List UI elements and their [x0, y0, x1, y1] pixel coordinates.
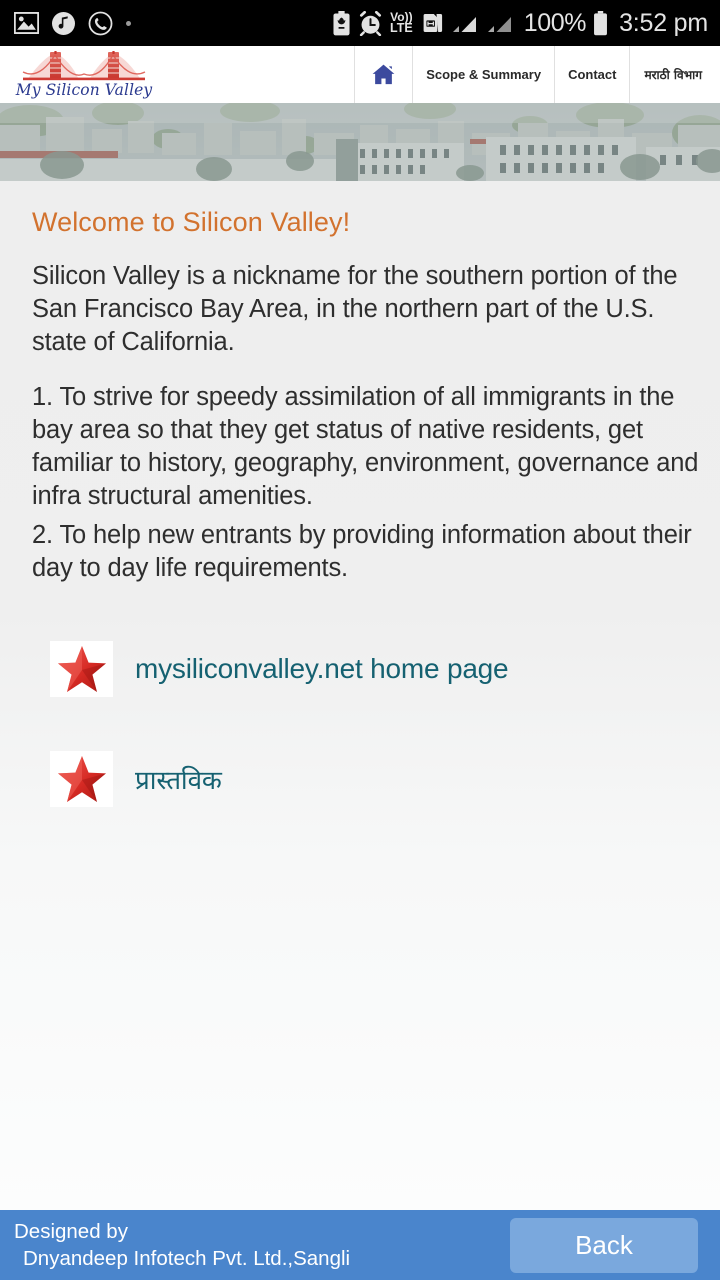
- app-root: Vo)) LTE 100% 3:52 pm My Silicon Valley …: [0, 0, 720, 1280]
- page-title: Welcome to Silicon Valley!: [32, 207, 351, 237]
- red-star-icon: [50, 641, 113, 697]
- list-item[interactable]: mysiliconvalley.net home page: [50, 641, 710, 697]
- nav-home[interactable]: [354, 46, 412, 103]
- nav-scope-summary[interactable]: Scope & Summary: [412, 46, 554, 103]
- credit-line-2: Dnyandeep Infotech Pvt. Ltd.,Sangli: [23, 1247, 351, 1270]
- alarm-icon: [358, 10, 383, 36]
- objective-1-paragraph: 1. To strive for speedy assimilation of …: [32, 383, 699, 510]
- list-item-label[interactable]: प्रास्तविक: [135, 761, 222, 797]
- photo-icon: [14, 12, 39, 34]
- signal-sim2-icon: [486, 11, 514, 35]
- sd-card-icon: [420, 11, 444, 35]
- battery-icon: [593, 10, 608, 36]
- nav-marathi-vibhag[interactable]: मराठी विभाग: [629, 46, 716, 103]
- list-item[interactable]: प्रास्तविक: [50, 751, 710, 807]
- site-logo[interactable]: My Silicon Valley: [15, 50, 153, 99]
- music-note-icon: [52, 11, 75, 35]
- credit-line-1: Designed by: [14, 1220, 128, 1243]
- hero-cityscape-image: [0, 103, 720, 181]
- missed-call-icon: [88, 11, 113, 36]
- golden-gate-bridge-logo: [22, 51, 146, 81]
- cityscape-illustration: [0, 103, 720, 181]
- page-content: Welcome to Silicon Valley! Silicon Valle…: [0, 181, 720, 1210]
- site-header: My Silicon Valley Scope & Summary Contac…: [0, 46, 720, 103]
- clock-label: 3:52 pm: [619, 8, 708, 37]
- red-star-icon: [50, 751, 113, 807]
- main-nav: Scope & Summary Contact मराठी विभाग: [354, 46, 716, 103]
- link-list: mysiliconvalley.net home page प्रास्तविक: [10, 641, 710, 807]
- footer-bar: Designed by Dnyandeep Infotech Pvt. Ltd.…: [0, 1210, 720, 1280]
- intro-paragraph: Silicon Valley is a nickname for the sou…: [32, 262, 678, 356]
- designer-credit: Designed by Dnyandeep Infotech Pvt. Ltd.…: [14, 1218, 350, 1272]
- signal-sim1-icon: [451, 11, 479, 35]
- logo-wordmark: My Silicon Valley: [15, 81, 153, 99]
- volte-icon: Vo)) LTE: [390, 9, 413, 35]
- back-button[interactable]: Back: [510, 1217, 698, 1273]
- status-bar-right-icons: Vo)) LTE 100% 3:52 pm: [332, 9, 708, 38]
- battery-saver-icon: [332, 10, 351, 36]
- nav-contact[interactable]: Contact: [554, 46, 629, 103]
- more-dot-icon: [126, 20, 131, 26]
- status-bar: Vo)) LTE 100% 3:52 pm: [0, 0, 720, 46]
- objective-2-paragraph: 2. To help new entrants by providing inf…: [32, 521, 692, 582]
- status-bar-left-icons: [14, 11, 131, 36]
- battery-percent-label: 100%: [523, 8, 587, 37]
- home-icon: [372, 64, 395, 85]
- list-item-label[interactable]: mysiliconvalley.net home page: [135, 653, 509, 685]
